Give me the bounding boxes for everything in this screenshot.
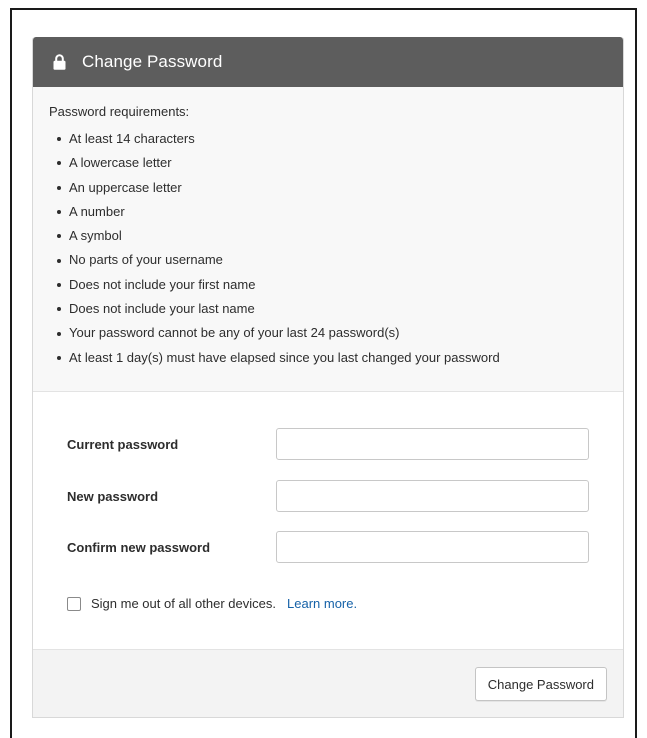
card-title: Change Password	[82, 52, 223, 71]
sign-out-checkbox[interactable]	[67, 596, 81, 611]
password-requirements: Password requirements: At least 14 chara…	[33, 87, 623, 392]
bullet-icon	[57, 282, 61, 287]
bullet-icon	[57, 258, 61, 263]
requirements-intro: Password requirements:	[49, 104, 190, 119]
password-form: Current password New password Confirm ne…	[33, 392, 623, 650]
bullet-icon	[57, 137, 61, 142]
new-password-row: New password	[67, 480, 589, 512]
change-password-card: Change Password Password requirements: A…	[32, 37, 624, 718]
requirement-item: Does not include your last name	[57, 297, 607, 321]
current-password-label: Current password	[67, 436, 179, 452]
card-footer: Change Password	[33, 650, 623, 717]
requirement-item: A symbol	[57, 224, 607, 248]
requirements-list: At least 14 characters A lowercase lette…	[49, 127, 607, 370]
requirement-item: A lowercase letter	[57, 151, 607, 175]
bullet-icon	[57, 210, 61, 215]
confirm-password-input[interactable]	[276, 531, 589, 563]
requirement-item: No parts of your username	[57, 248, 607, 272]
bullet-icon	[57, 185, 61, 190]
bullet-icon	[57, 355, 61, 360]
bullet-icon	[57, 307, 61, 312]
requirement-item: At least 1 day(s) must have elapsed sinc…	[57, 346, 607, 370]
bullet-icon	[57, 161, 61, 166]
new-password-label: New password	[67, 488, 159, 504]
requirement-item: Your password cannot be any of your last…	[57, 321, 607, 345]
requirement-item: An uppercase letter	[57, 176, 607, 200]
confirm-password-row: Confirm new password	[67, 531, 589, 563]
requirement-item: Does not include your first name	[57, 273, 607, 297]
bullet-icon	[57, 234, 61, 239]
lock-icon	[51, 53, 67, 71]
sign-out-label: Sign me out of all other devices.	[91, 596, 276, 611]
bullet-icon	[57, 331, 61, 336]
requirement-item: A number	[57, 200, 607, 224]
learn-more-link[interactable]: Learn more.	[287, 596, 357, 611]
new-password-input[interactable]	[276, 480, 589, 512]
card-header: Change Password	[33, 37, 623, 87]
current-password-input[interactable]	[276, 428, 589, 460]
requirement-item: At least 14 characters	[57, 127, 607, 151]
change-password-button[interactable]: Change Password	[474, 667, 607, 701]
confirm-password-label: Confirm new password	[67, 539, 211, 555]
current-password-row: Current password	[67, 428, 589, 460]
sign-out-row: Sign me out of all other devices. Learn …	[67, 596, 357, 611]
